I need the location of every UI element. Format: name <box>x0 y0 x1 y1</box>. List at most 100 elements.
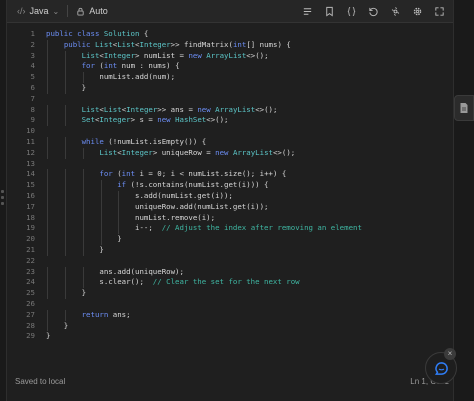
code-line[interactable]: } <box>46 331 453 342</box>
lock-icon <box>77 7 84 16</box>
indent-guide <box>82 72 84 83</box>
code-line[interactable]: while (!numList.isEmpty()) { <box>46 136 453 148</box>
code-line[interactable]: i--; // Adjust the index after removing … <box>46 223 453 235</box>
status-bar: Saved to local Ln 1, Col 1 <box>7 370 453 394</box>
indent-guide <box>47 115 48 127</box>
code-line[interactable]: return ans; <box>46 309 453 321</box>
line-number: 25 <box>26 288 35 298</box>
code-line[interactable]: Set<Integer> s = new HashSet<>(); <box>46 115 453 127</box>
code-line[interactable]: List<List<Integer>> ans = new ArrayList<… <box>46 104 453 116</box>
line-number: 28 <box>26 320 35 330</box>
bookmark-icon[interactable] <box>323 5 335 17</box>
indent-guide <box>64 115 66 127</box>
document-icon <box>460 103 468 113</box>
indent-guide <box>47 190 48 202</box>
indent-guide <box>100 212 102 224</box>
code-line[interactable]: ans.add(uniqueRow); <box>46 266 453 278</box>
code-line[interactable]: s.add(numList.get(i)); <box>46 190 453 202</box>
indent-guide <box>100 180 102 191</box>
code-line[interactable]: } <box>46 288 453 299</box>
save-status: Saved to local <box>15 377 66 386</box>
code-line[interactable]: public List<List<Integer>> findMatrix(in… <box>46 39 453 51</box>
indent-guide <box>64 180 66 191</box>
code-line[interactable]: List<Integer> uniqueRow = new ArrayList<… <box>46 147 453 159</box>
language-select[interactable]: ‹/› Java ⌄ <box>17 6 59 16</box>
indent-guide <box>64 266 66 278</box>
indent-guide <box>47 50 48 62</box>
code-line[interactable]: } <box>46 234 453 245</box>
indent-guide <box>64 82 66 94</box>
line-number: 18 <box>26 212 35 222</box>
code-line[interactable]: } <box>46 82 453 94</box>
code-lines[interactable]: public class Solution { public List<List… <box>46 29 453 342</box>
line-number: 12 <box>26 147 35 157</box>
code-area[interactable]: 1 2 3 4 5 6 7 8 9 10 11 12 13 14 15 16 17 18 19 20 21 22 23 24 2… <box>7 22 453 362</box>
line-number: 3 <box>30 50 35 60</box>
indent-guide <box>47 266 48 278</box>
indent-guide <box>100 201 102 213</box>
indent-guide <box>47 277 48 289</box>
line-number: 9 <box>30 115 35 125</box>
line-number: 7 <box>30 93 35 103</box>
indent-guide <box>47 136 48 148</box>
history-icon[interactable] <box>389 5 401 17</box>
line-number: 15 <box>26 180 35 190</box>
line-number: 17 <box>26 201 35 211</box>
notes-icon[interactable] <box>301 5 313 17</box>
toolbar-divider <box>67 5 69 17</box>
indent-guide <box>82 234 84 245</box>
line-number: 11 <box>26 136 35 146</box>
braces-icon[interactable] <box>345 5 357 17</box>
indent-guide <box>64 277 66 289</box>
indent-guide <box>82 190 84 202</box>
line-number: 16 <box>26 190 35 200</box>
settings-icon[interactable] <box>411 5 423 17</box>
code-line[interactable]: } <box>46 244 453 256</box>
line-number: 21 <box>26 244 35 254</box>
chevron-down-icon: ⌄ <box>52 6 60 16</box>
close-icon[interactable]: × <box>444 348 456 360</box>
line-number: 20 <box>26 234 35 244</box>
line-number: 5 <box>30 72 35 82</box>
code-editor-panel: ‹/› Java ⌄ Auto 1 2 3 4 5 6 7 8 9 10 11 12 13 14 15 16 1… <box>6 0 454 401</box>
indent-guide <box>47 309 48 321</box>
indent-guide <box>64 212 66 224</box>
code-line[interactable]: for (int num : nums) { <box>46 61 453 73</box>
code-line[interactable]: numList.remove(i); <box>46 212 453 224</box>
code-line[interactable] <box>46 159 453 170</box>
auto-mode-button[interactable]: Auto <box>76 6 108 16</box>
line-number: 29 <box>26 331 35 341</box>
expand-icon[interactable] <box>433 5 445 17</box>
code-line[interactable]: numList.add(num); <box>46 72 453 83</box>
indent-guide <box>64 234 66 245</box>
code-brackets-icon: ‹/› <box>17 6 26 16</box>
indent-guide <box>47 169 48 181</box>
indent-guide <box>47 72 48 83</box>
code-line[interactable]: for (int i = 0; i < numList.size(); i++)… <box>46 169 453 181</box>
code-line[interactable] <box>46 94 453 105</box>
line-number: 23 <box>26 266 35 276</box>
code-line[interactable]: } <box>46 320 453 332</box>
indent-guide <box>64 223 66 235</box>
indent-guide <box>47 61 48 73</box>
toolbar-actions <box>301 0 445 22</box>
indent-guide <box>64 288 66 299</box>
indent-guide <box>47 212 48 224</box>
mode-label: Auto <box>89 6 108 16</box>
code-line[interactable]: public class Solution { <box>46 29 453 40</box>
side-panel-tab[interactable] <box>454 95 474 121</box>
indent-guide <box>82 147 84 159</box>
line-number: 27 <box>26 309 35 319</box>
line-number: 26 <box>26 298 35 308</box>
line-number: 13 <box>26 158 35 168</box>
code-line[interactable]: List<Integer> numList = new ArrayList<>(… <box>46 50 453 62</box>
code-line[interactable]: s.clear(); // Clear the set for the next… <box>46 277 453 289</box>
code-line[interactable] <box>46 299 453 310</box>
reset-icon[interactable] <box>367 5 379 17</box>
resize-handle[interactable] <box>1 190 4 206</box>
code-line[interactable] <box>46 256 453 267</box>
indent-guide <box>118 212 120 224</box>
code-line[interactable]: uniqueRow.add(numList.get(i)); <box>46 201 453 213</box>
code-line[interactable] <box>46 126 453 137</box>
code-line[interactable]: if (!s.contains(numList.get(i))) { <box>46 180 453 191</box>
